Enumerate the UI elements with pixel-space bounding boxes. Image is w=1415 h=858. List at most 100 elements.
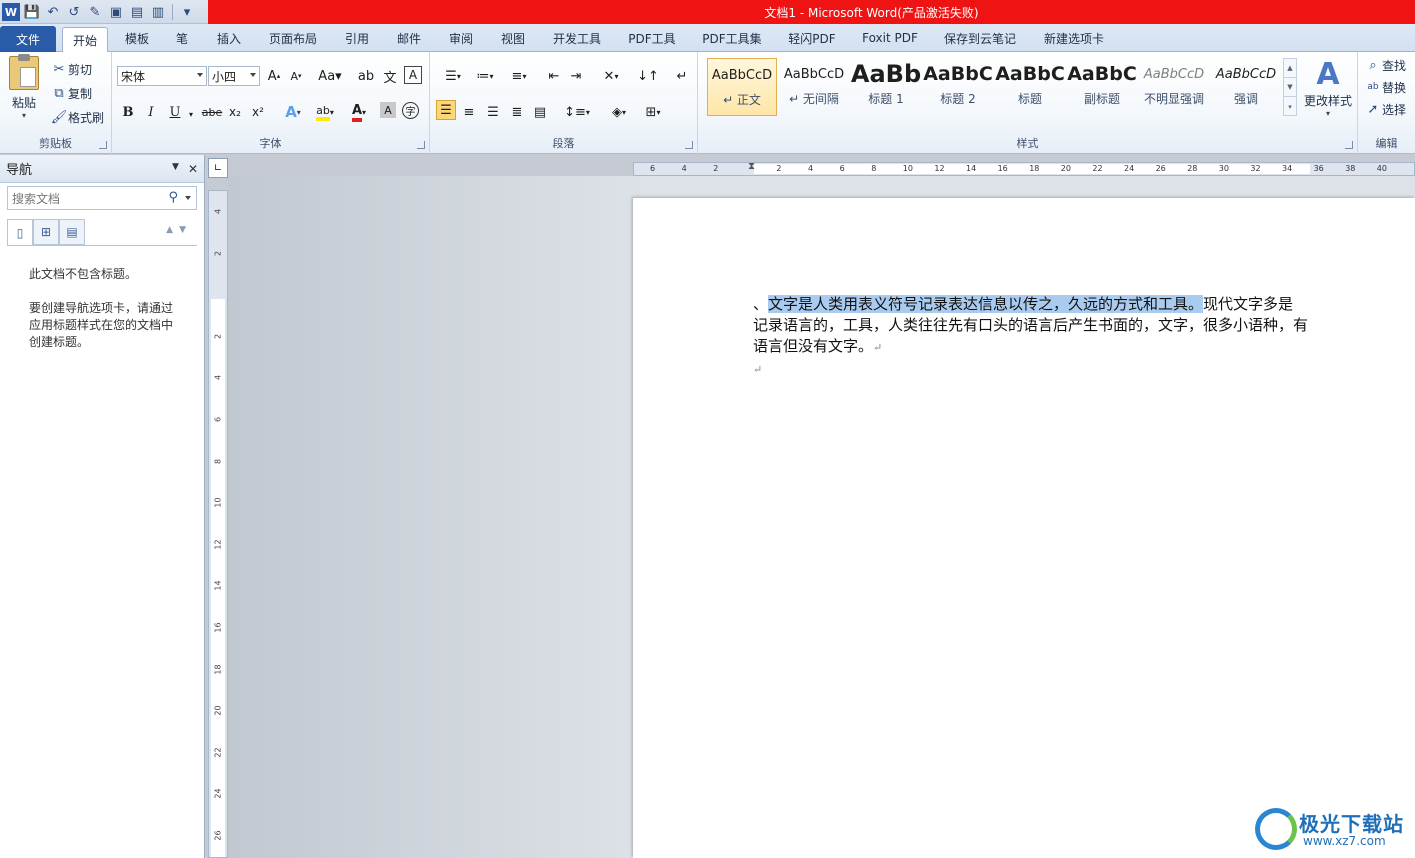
clear-format-icon[interactable]: ab xyxy=(356,66,376,86)
undo-icon[interactable]: ↶ xyxy=(44,3,62,21)
style-item-6[interactable]: AaBbCcD 不明显强调 xyxy=(1139,58,1209,116)
search-dropdown-icon[interactable] xyxy=(185,196,191,200)
tab-12[interactable]: PDF工具集 xyxy=(692,24,772,52)
nav-options-icon[interactable]: ▼ xyxy=(172,162,179,172)
tab-11[interactable]: PDF工具 xyxy=(618,24,686,52)
tab-9[interactable]: 视图 xyxy=(490,24,536,52)
font-launcher[interactable] xyxy=(417,141,425,149)
superscript-button[interactable]: x² xyxy=(248,102,268,122)
customize-qat-icon[interactable]: ▾ xyxy=(178,3,196,21)
tab-8[interactable]: 审阅 xyxy=(438,24,484,52)
multilevel-list-button[interactable]: ≡ ▾ xyxy=(504,66,534,86)
decrease-indent-button[interactable]: ⇤ xyxy=(544,66,564,86)
font-color-button[interactable]: A ▾ xyxy=(344,102,374,122)
save-icon[interactable]: 💾 xyxy=(23,3,41,21)
enclose-char-icon[interactable]: 字 xyxy=(402,102,419,119)
indent-marker-icon[interactable]: ⧗ xyxy=(748,161,755,172)
tab-2[interactable]: 模板 xyxy=(114,24,160,52)
bold-button[interactable]: B xyxy=(118,102,138,122)
underline-button[interactable]: U xyxy=(165,102,185,122)
nav-search-input[interactable]: 搜索文档 ⚲ xyxy=(7,186,197,210)
vertical-ruler[interactable]: 4 2 2 4 6 8 10 12 14 16 18 20 22 24 26 xyxy=(208,190,228,858)
style-item-0[interactable]: AaBbCcD ↵ 正文 xyxy=(707,58,777,116)
chinese-layout-button[interactable]: ✕ ▾ xyxy=(596,66,626,86)
select-button[interactable]: ➚ 选择 xyxy=(1364,100,1406,118)
open-icon[interactable]: ▤ xyxy=(128,3,146,21)
styles-gallery-scroll[interactable]: ▲ ▼ ▾ xyxy=(1283,58,1297,116)
line-spacing-button[interactable]: ↕≡ ▾ xyxy=(562,102,592,122)
gallery-more-icon[interactable]: ▾ xyxy=(1284,97,1296,116)
bullets-button[interactable]: ☰ ▾ xyxy=(438,66,468,86)
numbering-button[interactable]: ≔ ▾ xyxy=(470,66,500,86)
tab-14[interactable]: Foxit PDF xyxy=(854,24,926,52)
italic-button[interactable]: I xyxy=(141,102,161,122)
replace-button[interactable]: ab 替换 xyxy=(1364,78,1406,96)
gallery-up-icon[interactable]: ▲ xyxy=(1284,59,1296,78)
tab-10[interactable]: 开发工具 xyxy=(540,24,614,52)
cut-button[interactable]: ✂ 剪切 xyxy=(50,60,92,78)
paragraph-launcher[interactable] xyxy=(685,141,693,149)
justify-button[interactable]: ≣ xyxy=(507,102,527,122)
tab-7[interactable]: 邮件 xyxy=(386,24,432,52)
style-item-3[interactable]: AaBbC 标题 2 xyxy=(923,58,993,116)
change-case-button[interactable]: Aa▾ xyxy=(316,66,344,86)
font-family-combo[interactable]: 宋体 xyxy=(117,66,207,86)
tab-selector-button[interactable]: ∟ xyxy=(208,158,228,178)
shrink-font-button[interactable]: A ▾ xyxy=(286,66,306,86)
selected-text[interactable]: 文字是人类用表义符号记录表达信息以传之，久远的方式和工具。 xyxy=(768,295,1204,313)
tab-13[interactable]: 轻闪PDF xyxy=(780,24,844,52)
tab-0[interactable]: 文件 xyxy=(0,26,56,52)
char-border-icon[interactable]: A xyxy=(404,66,422,84)
underline-dropdown[interactable]: ▾ xyxy=(186,104,196,124)
close-icon[interactable]: ✕ xyxy=(188,162,198,176)
increase-indent-button[interactable]: ⇥ xyxy=(566,66,586,86)
grow-font-button[interactable]: A ▴ xyxy=(264,66,284,86)
align-center-button[interactable]: ≡ xyxy=(459,102,479,122)
show-marks-button[interactable]: ↵ xyxy=(672,66,692,86)
style-item-7[interactable]: AaBbCcD 强调 xyxy=(1211,58,1281,116)
new-doc-icon[interactable]: ✎ xyxy=(86,3,104,21)
horizontal-ruler[interactable]: 6 4 2 2 4 6 8 10 12 14 16 18 20 22 24 26 28 30 32 34 36 38 40 ⧗ xyxy=(633,161,1415,176)
word-app-icon[interactable]: W xyxy=(2,3,20,21)
font-size-combo[interactable]: 小四 xyxy=(208,66,260,86)
redo-icon[interactable]: ↺ xyxy=(65,3,83,21)
styles-launcher[interactable] xyxy=(1345,141,1353,149)
tab-pages[interactable]: ⊞ xyxy=(33,219,59,245)
document-text[interactable]: 、文字是人类用表义符号记录表达信息以传之，久远的方式和工具。现代文字多是记录语言… xyxy=(753,294,1308,380)
tab-1[interactable]: 开始 xyxy=(62,27,108,53)
align-right-button[interactable]: ☰ xyxy=(483,102,503,122)
copy-button[interactable]: ⧉ 复制 xyxy=(50,84,92,102)
gallery-down-icon[interactable]: ▼ xyxy=(1284,78,1296,97)
sort-button[interactable]: ↓↑ xyxy=(637,66,659,86)
change-styles-button[interactable]: A 更改样式 ▾ xyxy=(1301,58,1355,119)
tab-16[interactable]: 新建选项卡 xyxy=(1034,24,1114,52)
print-preview-icon[interactable]: ▣ xyxy=(107,3,125,21)
tab-5[interactable]: 页面布局 xyxy=(258,24,328,52)
style-item-2[interactable]: AaBb 标题 1 xyxy=(851,58,921,116)
subscript-button[interactable]: x₂ xyxy=(225,102,245,122)
shading-button[interactable]: ◈ ▾ xyxy=(604,102,634,122)
tab-15[interactable]: 保存到云笔记 xyxy=(934,24,1026,52)
tab-3[interactable]: 笔 xyxy=(166,24,198,52)
align-left-button[interactable]: ☰ xyxy=(436,100,456,120)
strikethrough-button[interactable]: abe xyxy=(200,102,224,122)
document-page[interactable]: 、文字是人类用表义符号记录表达信息以传之，久远的方式和工具。现代文字多是记录语言… xyxy=(633,198,1415,858)
tab-4[interactable]: 插入 xyxy=(204,24,254,52)
read-mode-icon[interactable]: ▥ xyxy=(149,3,167,21)
text-effects-button[interactable]: A ▾ xyxy=(278,102,308,122)
phonetic-guide-icon[interactable]: 文 xyxy=(380,66,400,86)
borders-button[interactable]: ⊞ ▾ xyxy=(638,102,668,122)
distributed-button[interactable]: ▤ xyxy=(530,102,550,122)
clipboard-launcher[interactable] xyxy=(99,141,107,149)
search-icon[interactable]: ⚲ xyxy=(168,190,178,205)
char-shading-icon[interactable]: A xyxy=(380,102,396,118)
paste-button[interactable]: 粘贴 ▾ xyxy=(6,54,42,120)
highlight-button[interactable]: ab ▾ xyxy=(310,102,340,122)
tab-headings[interactable]: ▯ xyxy=(7,219,33,245)
style-item-1[interactable]: AaBbCcD ↵ 无间隔 xyxy=(779,58,849,116)
tab-6[interactable]: 引用 xyxy=(334,24,380,52)
style-item-5[interactable]: AaBbC 副标题 xyxy=(1067,58,1137,116)
find-button[interactable]: ⌕ 查找 xyxy=(1364,56,1406,74)
tab-results[interactable]: ▤ xyxy=(59,219,85,245)
style-item-4[interactable]: AaBbC 标题 xyxy=(995,58,1065,116)
